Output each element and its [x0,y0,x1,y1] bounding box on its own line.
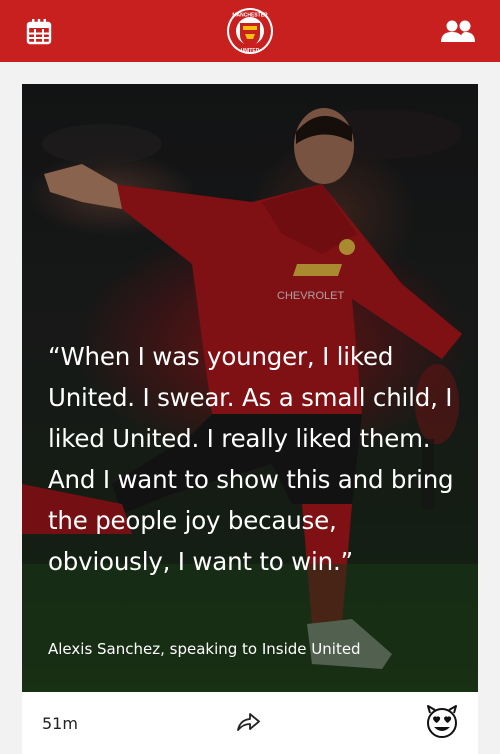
svg-text:UNITED: UNITED [241,48,260,54]
share-arrow-icon [237,713,260,731]
quote-text: “When I was younger, I liked United. I s… [48,342,454,576]
people-button[interactable] [438,0,478,62]
app-header: MANCHESTER UNITED [0,0,500,62]
card-footer: 51m [22,692,478,754]
quote-attribution: Alexis Sanchez, speaking to Inside Unite… [48,640,361,658]
share-button[interactable] [234,708,262,736]
devil-heart-eyes-emoji-icon [427,705,457,738]
reaction-button[interactable] [424,704,460,740]
timestamp: 51m [42,714,78,733]
calendar-grid-icon [26,19,52,45]
people-icon [441,20,475,42]
calendar-button[interactable] [22,0,56,62]
club-crest-logo[interactable]: MANCHESTER UNITED [222,0,278,62]
manchester-united-crest-icon: MANCHESTER UNITED [227,8,273,54]
player-celebration-photo: CHEVROLET “When I was younger, I liked U… [22,84,478,692]
quote-card[interactable]: CHEVROLET “When I was younger, I liked U… [22,84,478,754]
svg-text:MANCHESTER: MANCHESTER [232,13,268,19]
